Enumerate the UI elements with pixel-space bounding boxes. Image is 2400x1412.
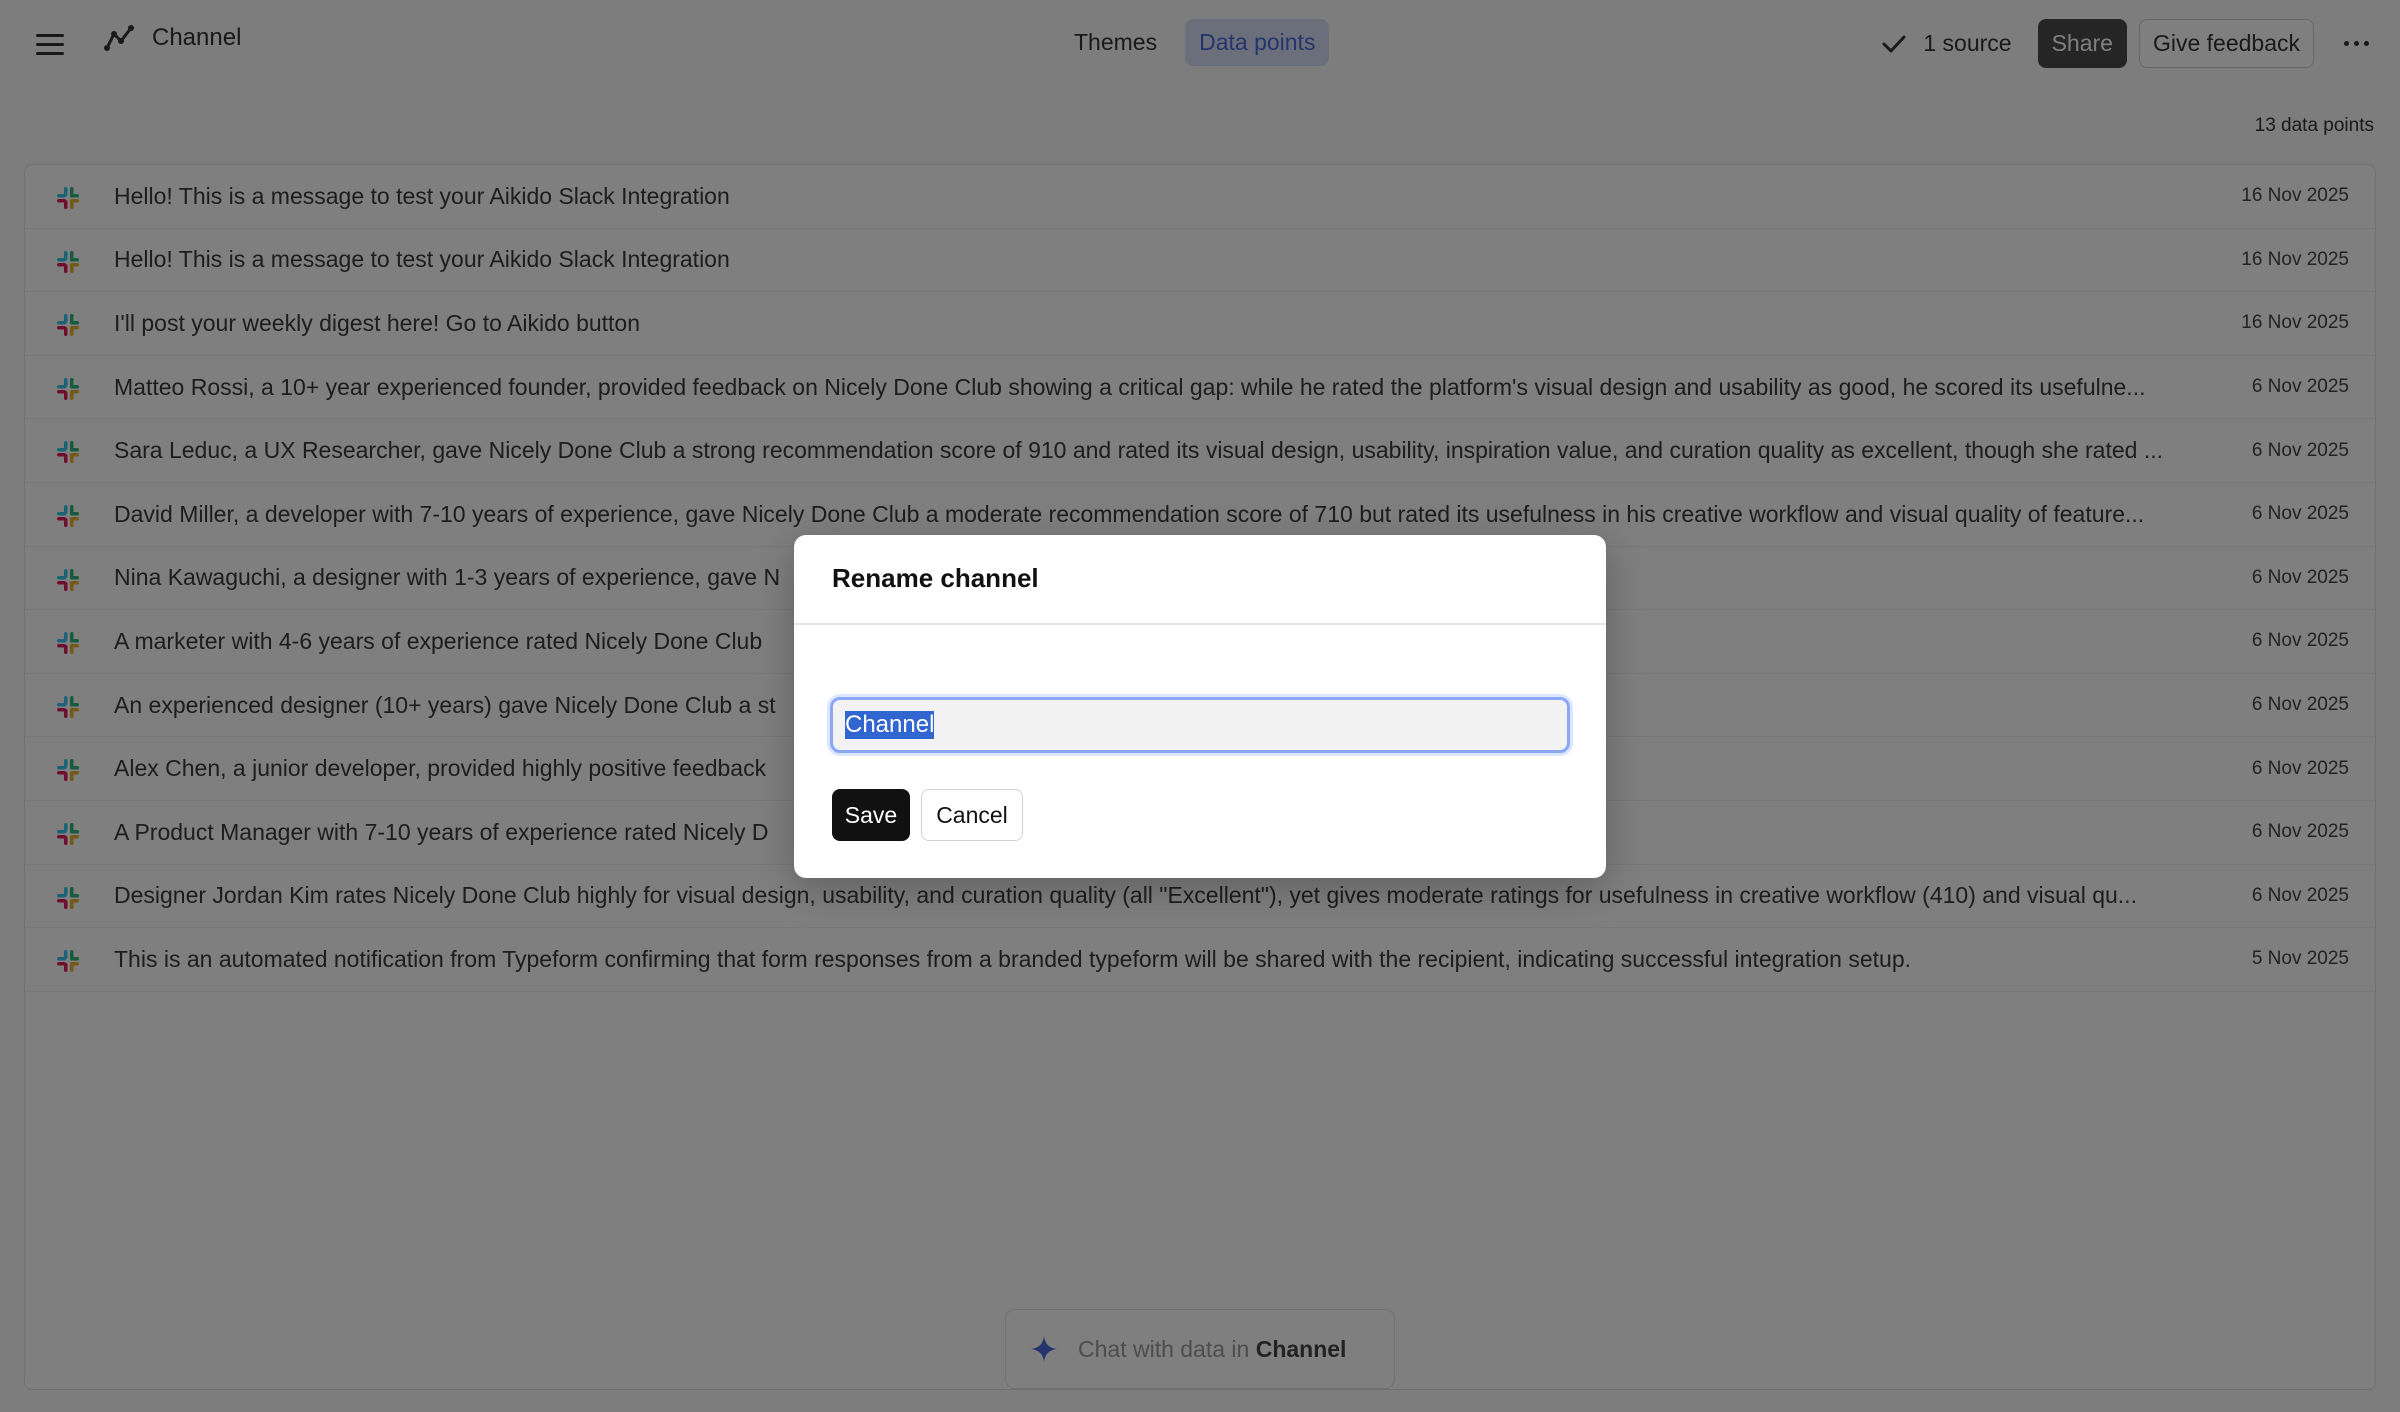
- divider: [794, 623, 1606, 625]
- channel-name-input[interactable]: [830, 697, 1570, 753]
- dialog-title: Rename channel: [832, 563, 1039, 593]
- save-button[interactable]: Save: [832, 789, 910, 841]
- cancel-button[interactable]: Cancel: [921, 789, 1023, 841]
- rename-channel-dialog: Rename channel Save Cancel: [794, 535, 1606, 878]
